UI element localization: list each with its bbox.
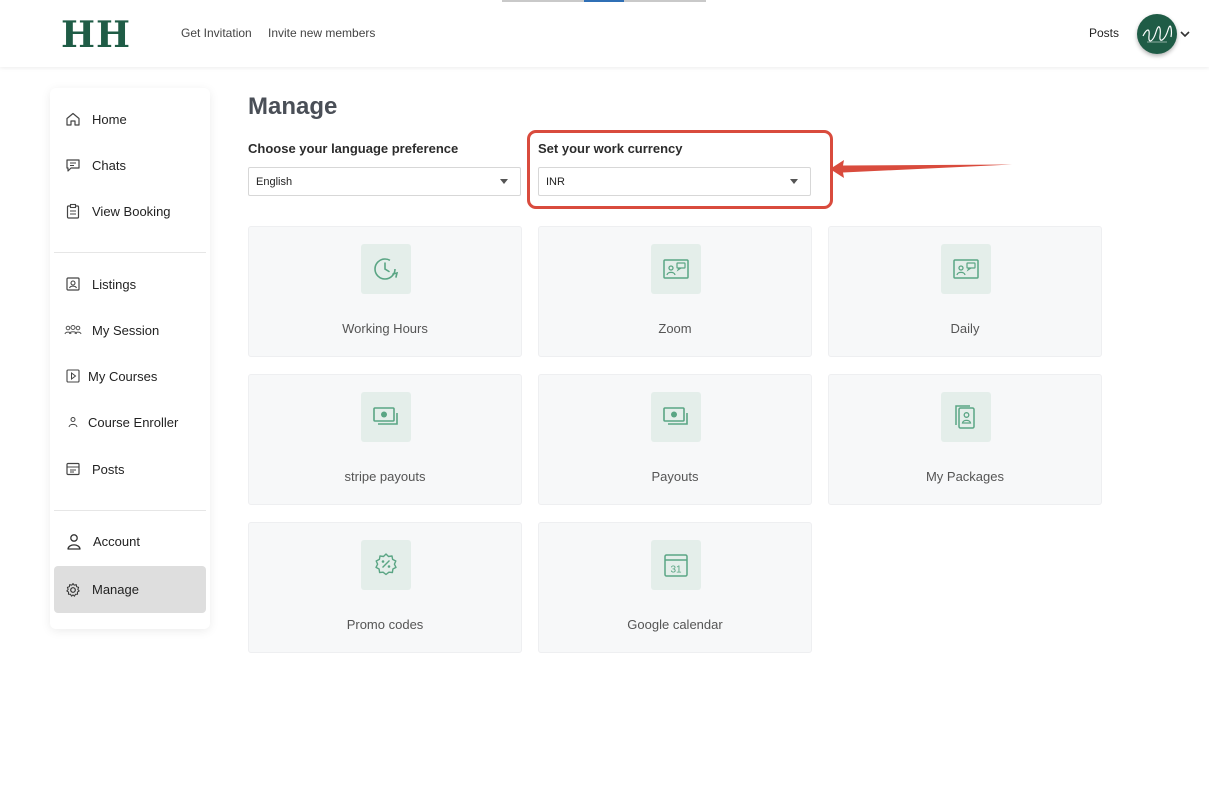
- chat-icon: [64, 156, 82, 174]
- sidebar-item-view-booking[interactable]: View Booking: [54, 188, 206, 234]
- card-payouts[interactable]: Payouts: [538, 374, 812, 505]
- logo[interactable]: HH: [61, 14, 131, 56]
- sidebar-item-label: My Courses: [88, 368, 158, 384]
- home-icon: [64, 110, 82, 128]
- language-label: Choose your language preference: [248, 141, 459, 156]
- calendar-icon: 31: [651, 540, 701, 590]
- user-icon: [64, 413, 82, 431]
- loading-indicator-tail: [624, 0, 706, 2]
- card-label: stripe payouts: [344, 469, 426, 484]
- card-label: Working Hours: [342, 321, 428, 336]
- annotation-arrow-icon: [830, 160, 1012, 178]
- sidebar-item-home[interactable]: Home: [54, 96, 206, 142]
- card-google-calendar[interactable]: 31 Google calendar: [538, 522, 812, 653]
- page-title: Manage: [248, 93, 338, 120]
- sidebar-item-account[interactable]: Account: [54, 518, 206, 564]
- sidebar-item-label: View Booking: [92, 203, 171, 219]
- card-zoom[interactable]: Zoom: [538, 226, 812, 357]
- top-navbar: HH Get Invitation Invite new members Pos…: [0, 0, 1209, 67]
- sidebar-item-posts[interactable]: Posts: [54, 446, 206, 492]
- sidebar-item-course-enroller[interactable]: Course Enroller: [54, 399, 206, 445]
- card-label: My Packages: [925, 469, 1005, 484]
- card-stripe-payouts[interactable]: stripe payouts: [248, 374, 522, 505]
- card-my-packages[interactable]: My Packages: [828, 374, 1102, 505]
- svg-text:31: 31: [670, 565, 682, 576]
- caret-down-icon: [500, 179, 508, 184]
- currency-highlight-box: [527, 130, 833, 209]
- card-daily[interactable]: Daily: [828, 226, 1102, 357]
- sidebar-item-listings[interactable]: Listings: [54, 261, 206, 307]
- sidebar-item-chats[interactable]: Chats: [54, 142, 206, 188]
- sidebar-item-label: Home: [92, 111, 127, 127]
- sidebar: Home Chats View Booking Listings My Sess…: [50, 88, 210, 629]
- language-select[interactable]: English: [248, 167, 521, 196]
- language-select-value: English: [256, 175, 293, 188]
- card-label: Google calendar: [627, 617, 723, 632]
- sidebar-item-label: Course Enroller: [88, 414, 179, 430]
- sidebar-item-label: Posts: [92, 461, 125, 477]
- avatar-signature-icon: [1142, 25, 1172, 43]
- group-icon: [64, 321, 82, 339]
- sidebar-divider: [54, 510, 206, 511]
- card-label: Zoom: [658, 321, 692, 336]
- clock-icon: [361, 244, 411, 294]
- contact-card-icon: [651, 244, 701, 294]
- loading-indicator: [502, 0, 584, 2]
- chevron-down-icon[interactable]: [1178, 27, 1192, 41]
- play-icon: [64, 367, 82, 385]
- money-icon: [651, 392, 701, 442]
- sidebar-item-label: Listings: [92, 276, 137, 292]
- sidebar-item-label: Account: [93, 533, 140, 549]
- card-label: Promo codes: [346, 617, 424, 632]
- nav-get-invitation[interactable]: Get Invitation: [181, 26, 252, 40]
- gear-icon: [64, 581, 82, 599]
- sidebar-item-my-courses[interactable]: My Courses: [54, 353, 206, 399]
- card-working-hours[interactable]: Working Hours: [248, 226, 522, 357]
- avatar[interactable]: [1137, 14, 1177, 54]
- sidebar-item-label: My Session: [92, 322, 160, 338]
- listing-icon: [64, 275, 82, 293]
- sidebar-item-label: Manage: [92, 582, 139, 597]
- contact-card-icon: [941, 244, 991, 294]
- promo-badge-icon: [361, 540, 411, 590]
- card-promo-codes[interactable]: Promo codes: [248, 522, 522, 653]
- card-label: Daily: [950, 321, 980, 336]
- card-label: Payouts: [651, 469, 699, 484]
- person-icon: [65, 532, 83, 550]
- browser-icon: [64, 460, 82, 478]
- money-icon: [361, 392, 411, 442]
- sidebar-divider: [54, 252, 206, 253]
- loading-indicator-active: [584, 0, 624, 2]
- clipboard-icon: [64, 202, 82, 220]
- nav-invite-members[interactable]: Invite new members: [268, 26, 375, 40]
- package-icon: [941, 392, 991, 442]
- sidebar-item-manage[interactable]: Manage: [54, 566, 206, 613]
- nav-posts[interactable]: Posts: [1089, 26, 1119, 40]
- sidebar-item-label: Chats: [92, 157, 126, 173]
- sidebar-item-my-session[interactable]: My Session: [54, 307, 206, 353]
